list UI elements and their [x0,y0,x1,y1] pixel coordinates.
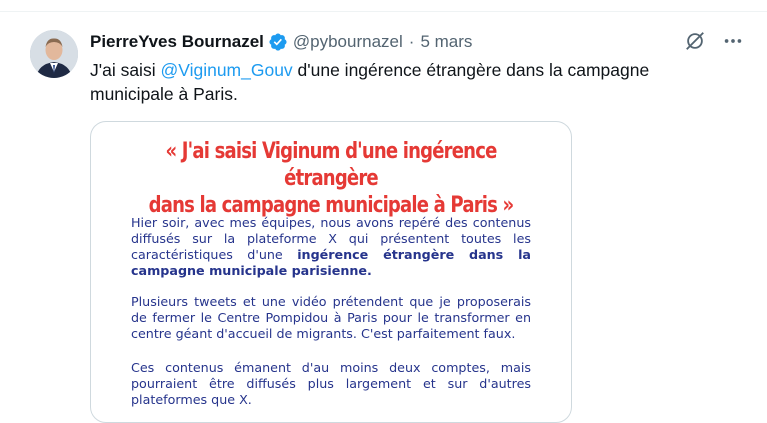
verified-badge-icon [268,32,288,52]
tweet-text-before: J'ai saisi [90,60,161,80]
separator-dot: · [408,32,415,51]
tweet-actions [683,29,745,53]
mention-link[interactable]: @Viginum_Gouv [160,60,292,80]
more-icon[interactable] [721,29,745,53]
card-paragraph-2: Plusieurs tweets et une vidéo prétendent… [131,294,531,341]
tweet-text: J'ai saisi @Viginum_Gouv d'une ingérence… [90,58,730,106]
card-quote: « J'ai saisi Viginum d'une ingérence étr… [134,138,528,219]
avatar-image [30,30,78,78]
quote-line-1: « J'ai saisi Viginum d'une ingérence étr… [165,139,498,191]
tweet[interactable]: PierreYves Bournazel @pybournazel · 5 ma… [0,12,767,423]
tweet-date[interactable]: 5 mars [420,32,472,52]
avatar[interactable] [30,30,78,78]
card-paragraph-3: Ces contenus émanent d'au moins deux com… [131,360,531,407]
tweet-image-card[interactable]: « J'ai saisi Viginum d'une ingérence étr… [90,121,572,423]
tweet-header: PierreYves Bournazel @pybournazel · 5 ma… [90,30,472,54]
grok-icon[interactable] [683,29,707,53]
card-paragraph-1: Hier soir, avec mes équipes, nous avons … [131,215,531,279]
author-handle[interactable]: @pybournazel [293,32,403,52]
author-name[interactable]: PierreYves Bournazel [90,32,264,52]
